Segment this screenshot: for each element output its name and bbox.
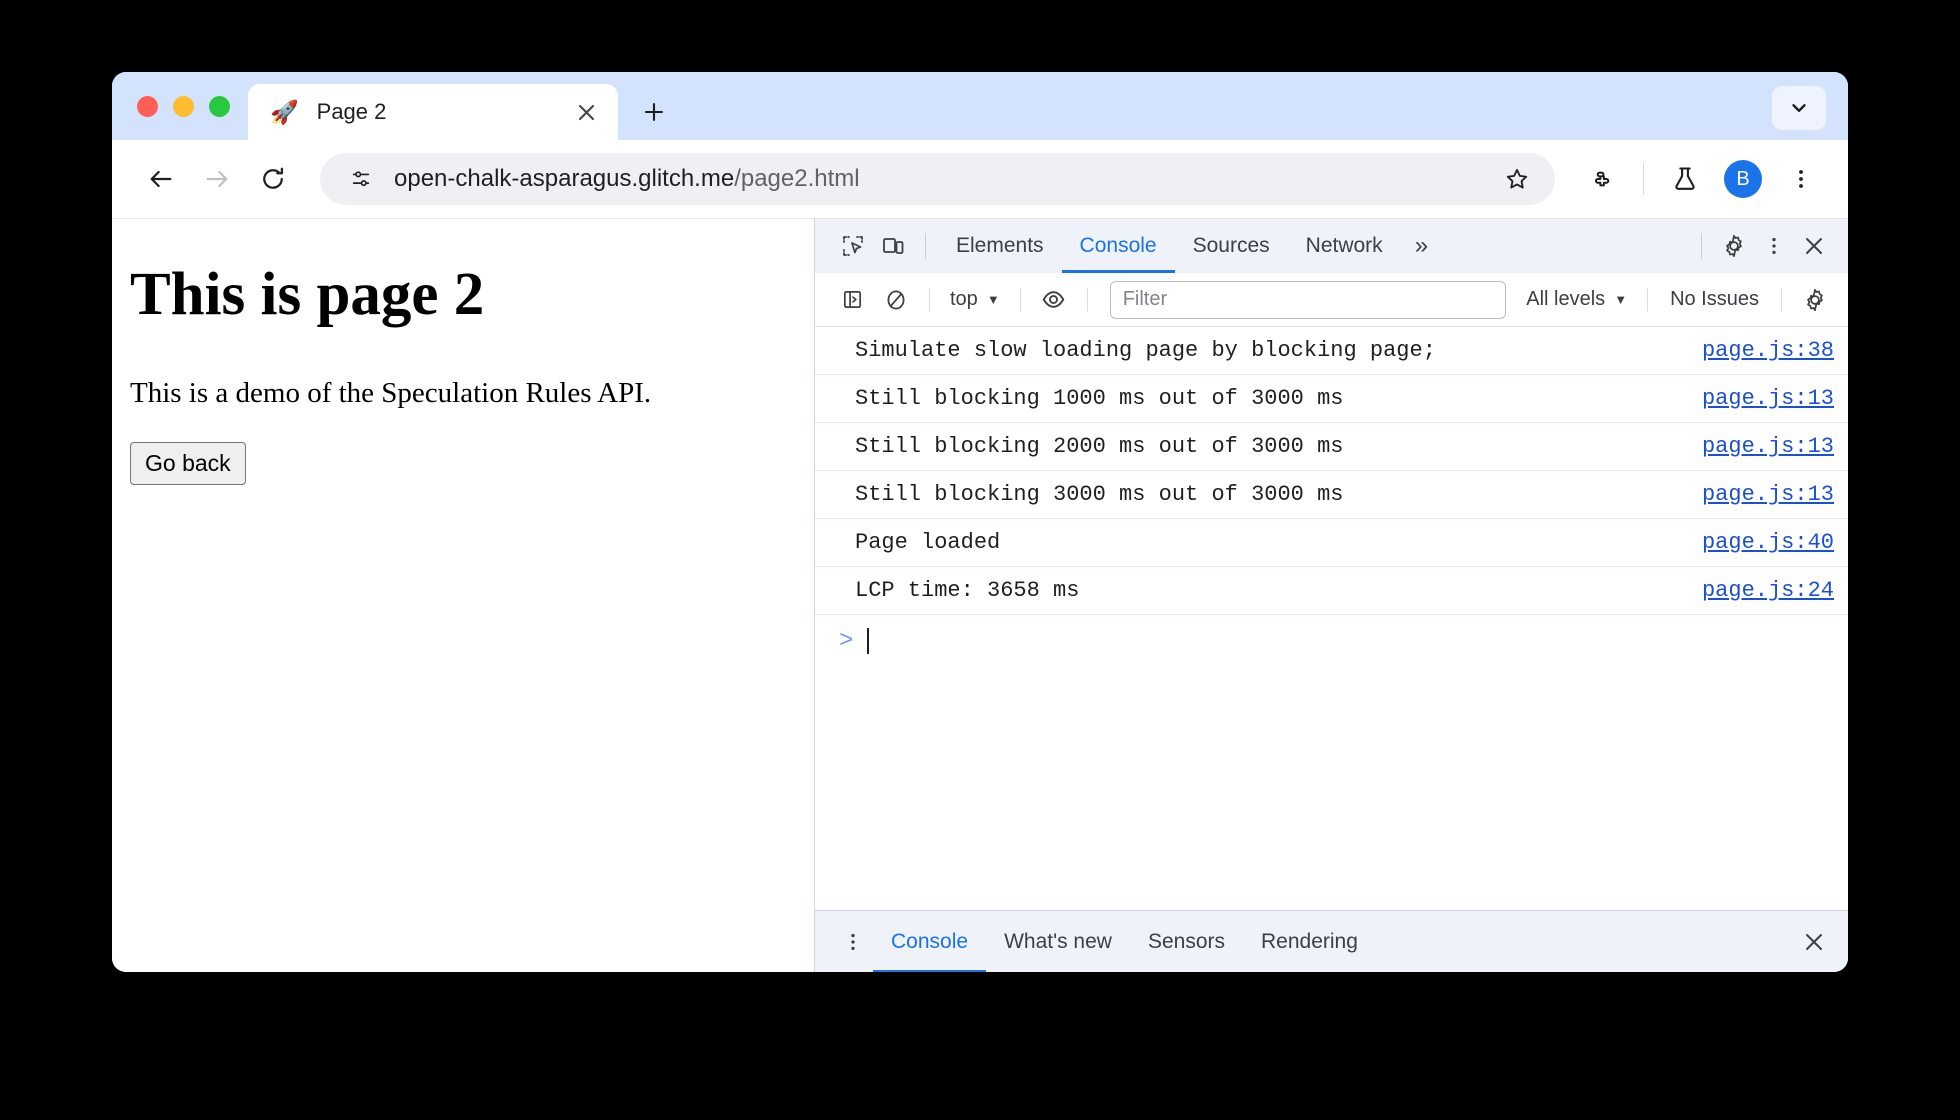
close-icon[interactable] xyxy=(1794,226,1834,266)
divider xyxy=(1647,287,1649,312)
device-toolbar-icon[interactable] xyxy=(873,226,913,266)
more-tabs-button[interactable]: » xyxy=(1401,232,1442,260)
chevron-down-icon: ▼ xyxy=(986,292,1000,307)
flask-icon[interactable] xyxy=(1660,154,1710,204)
console-source-link[interactable]: page.js:38 xyxy=(1702,338,1834,363)
console-message-text: Page loaded xyxy=(855,530,1001,555)
log-levels-label: All levels xyxy=(1526,288,1606,310)
tab-search-button[interactable] xyxy=(1772,86,1826,130)
window-controls xyxy=(112,72,248,140)
drawer-tab-whats-new[interactable]: What's new xyxy=(986,911,1130,973)
execution-context-label: top xyxy=(950,288,978,310)
drawer-tab-rendering[interactable]: Rendering xyxy=(1243,911,1376,973)
browser-tab[interactable]: 🚀 Page 2 xyxy=(248,84,618,140)
console-input-row[interactable]: > xyxy=(815,615,1848,667)
divider xyxy=(1701,233,1702,259)
chevron-down-icon xyxy=(1792,104,1806,112)
tab-network[interactable]: Network xyxy=(1288,219,1401,273)
tune-icon[interactable] xyxy=(342,160,380,198)
avatar[interactable]: B xyxy=(1724,160,1762,198)
issues-status[interactable]: No Issues xyxy=(1660,288,1769,311)
console-message-list[interactable]: Simulate slow loading page by blocking p… xyxy=(815,327,1848,910)
close-icon[interactable] xyxy=(1794,922,1834,962)
divider xyxy=(929,287,930,312)
console-toolbar: top ▼ All levels ▼ No Issues xyxy=(815,273,1848,327)
kebab-menu-icon[interactable] xyxy=(1754,226,1794,266)
console-message-row[interactable]: Still blocking 3000 ms out of 3000 ms pa… xyxy=(815,471,1848,519)
divider xyxy=(925,233,926,259)
toolbar-divider xyxy=(1643,163,1644,195)
console-message-row[interactable]: Still blocking 2000 ms out of 3000 ms pa… xyxy=(815,423,1848,471)
tab-sources[interactable]: Sources xyxy=(1175,219,1288,273)
devtools-drawer-tabbar: Console What's new Sensors Rendering xyxy=(815,910,1848,972)
page-paragraph: This is a demo of the Speculation Rules … xyxy=(130,377,652,410)
url-host: open-chalk-asparagus.glitch.me xyxy=(394,165,735,192)
inspect-element-icon[interactable] xyxy=(833,226,873,266)
page-viewport: This is page 2 This is a demo of the Spe… xyxy=(112,219,814,972)
kebab-menu-icon[interactable] xyxy=(833,922,873,962)
divider xyxy=(1781,287,1782,312)
console-source-link[interactable]: page.js:13 xyxy=(1702,386,1834,411)
address-bar[interactable]: open-chalk-asparagus.glitch.me/page2.htm… xyxy=(320,153,1555,205)
minimize-window-button[interactable] xyxy=(173,95,194,117)
reload-icon[interactable] xyxy=(248,154,298,204)
maximize-window-button[interactable] xyxy=(209,95,230,117)
go-back-button[interactable]: Go back xyxy=(130,442,246,486)
console-message-row[interactable]: Simulate slow loading page by blocking p… xyxy=(815,327,1848,375)
divider xyxy=(1019,287,1021,312)
gear-icon[interactable] xyxy=(1794,279,1836,321)
drawer-tab-console[interactable]: Console xyxy=(873,911,986,973)
console-message-text: Still blocking 2000 ms out of 3000 ms xyxy=(855,434,1344,459)
console-source-link[interactable]: page.js:13 xyxy=(1702,482,1834,507)
console-message-text: Still blocking 3000 ms out of 3000 ms xyxy=(855,482,1344,507)
console-message-text: LCP time: 3658 ms xyxy=(855,578,1080,603)
divider xyxy=(1086,287,1088,312)
kebab-menu-icon[interactable] xyxy=(1776,154,1826,204)
address-bar-text: open-chalk-asparagus.glitch.me/page2.htm… xyxy=(394,165,1495,193)
text-cursor xyxy=(867,628,870,654)
filter-input[interactable] xyxy=(1109,280,1507,319)
tab-console[interactable]: Console xyxy=(1062,219,1175,273)
chevron-down-icon: ▼ xyxy=(1614,292,1628,307)
console-source-link[interactable]: page.js:40 xyxy=(1702,530,1834,555)
execution-context-dropdown[interactable]: top ▼ xyxy=(942,288,1008,311)
console-source-link[interactable]: page.js:13 xyxy=(1702,434,1834,459)
puzzle-icon[interactable] xyxy=(1577,154,1627,204)
devtools-tabbar: Elements Console Sources Network » xyxy=(815,219,1848,273)
prompt-chevron-icon: > xyxy=(839,627,854,655)
forward-arrow-icon[interactable] xyxy=(192,154,242,204)
new-tab-button[interactable] xyxy=(632,90,676,134)
tab-title: Page 2 xyxy=(316,99,387,124)
console-source-link[interactable]: page.js:24 xyxy=(1702,578,1834,603)
log-levels-dropdown[interactable]: All levels ▼ xyxy=(1518,288,1635,311)
tab-strip: 🚀 Page 2 xyxy=(112,72,1848,140)
browser-toolbar: open-chalk-asparagus.glitch.me/page2.htm… xyxy=(112,140,1848,218)
url-path: /page2.html xyxy=(734,165,860,192)
star-icon[interactable] xyxy=(1495,157,1539,201)
gear-icon[interactable] xyxy=(1714,226,1754,266)
console-message-text: Simulate slow loading page by blocking p… xyxy=(855,338,1436,363)
tab-elements[interactable]: Elements xyxy=(938,219,1062,273)
console-sidebar-icon[interactable] xyxy=(831,279,873,321)
drawer-tab-sensors[interactable]: Sensors xyxy=(1130,911,1243,973)
console-message-row[interactable]: Page loaded page.js:40 xyxy=(815,519,1848,567)
clear-console-icon[interactable] xyxy=(875,279,917,321)
console-message-row[interactable]: Still blocking 1000 ms out of 3000 ms pa… xyxy=(815,375,1848,423)
devtools-panel: Elements Console Sources Network » top ▼… xyxy=(814,219,1848,972)
close-window-button[interactable] xyxy=(137,95,158,117)
rocket-icon: 🚀 xyxy=(270,98,299,125)
console-message-row[interactable]: LCP time: 3658 ms page.js:24 xyxy=(815,567,1848,615)
live-expression-eye-icon[interactable] xyxy=(1033,279,1075,321)
close-icon[interactable] xyxy=(570,96,602,128)
console-message-text: Still blocking 1000 ms out of 3000 ms xyxy=(855,386,1344,411)
window-body: This is page 2 This is a demo of the Spe… xyxy=(112,218,1848,972)
back-arrow-icon[interactable] xyxy=(136,154,186,204)
page-title: This is page 2 xyxy=(130,261,485,328)
browser-window: 🚀 Page 2 open-chalk-asparagus.glitch.me/… xyxy=(112,72,1848,972)
